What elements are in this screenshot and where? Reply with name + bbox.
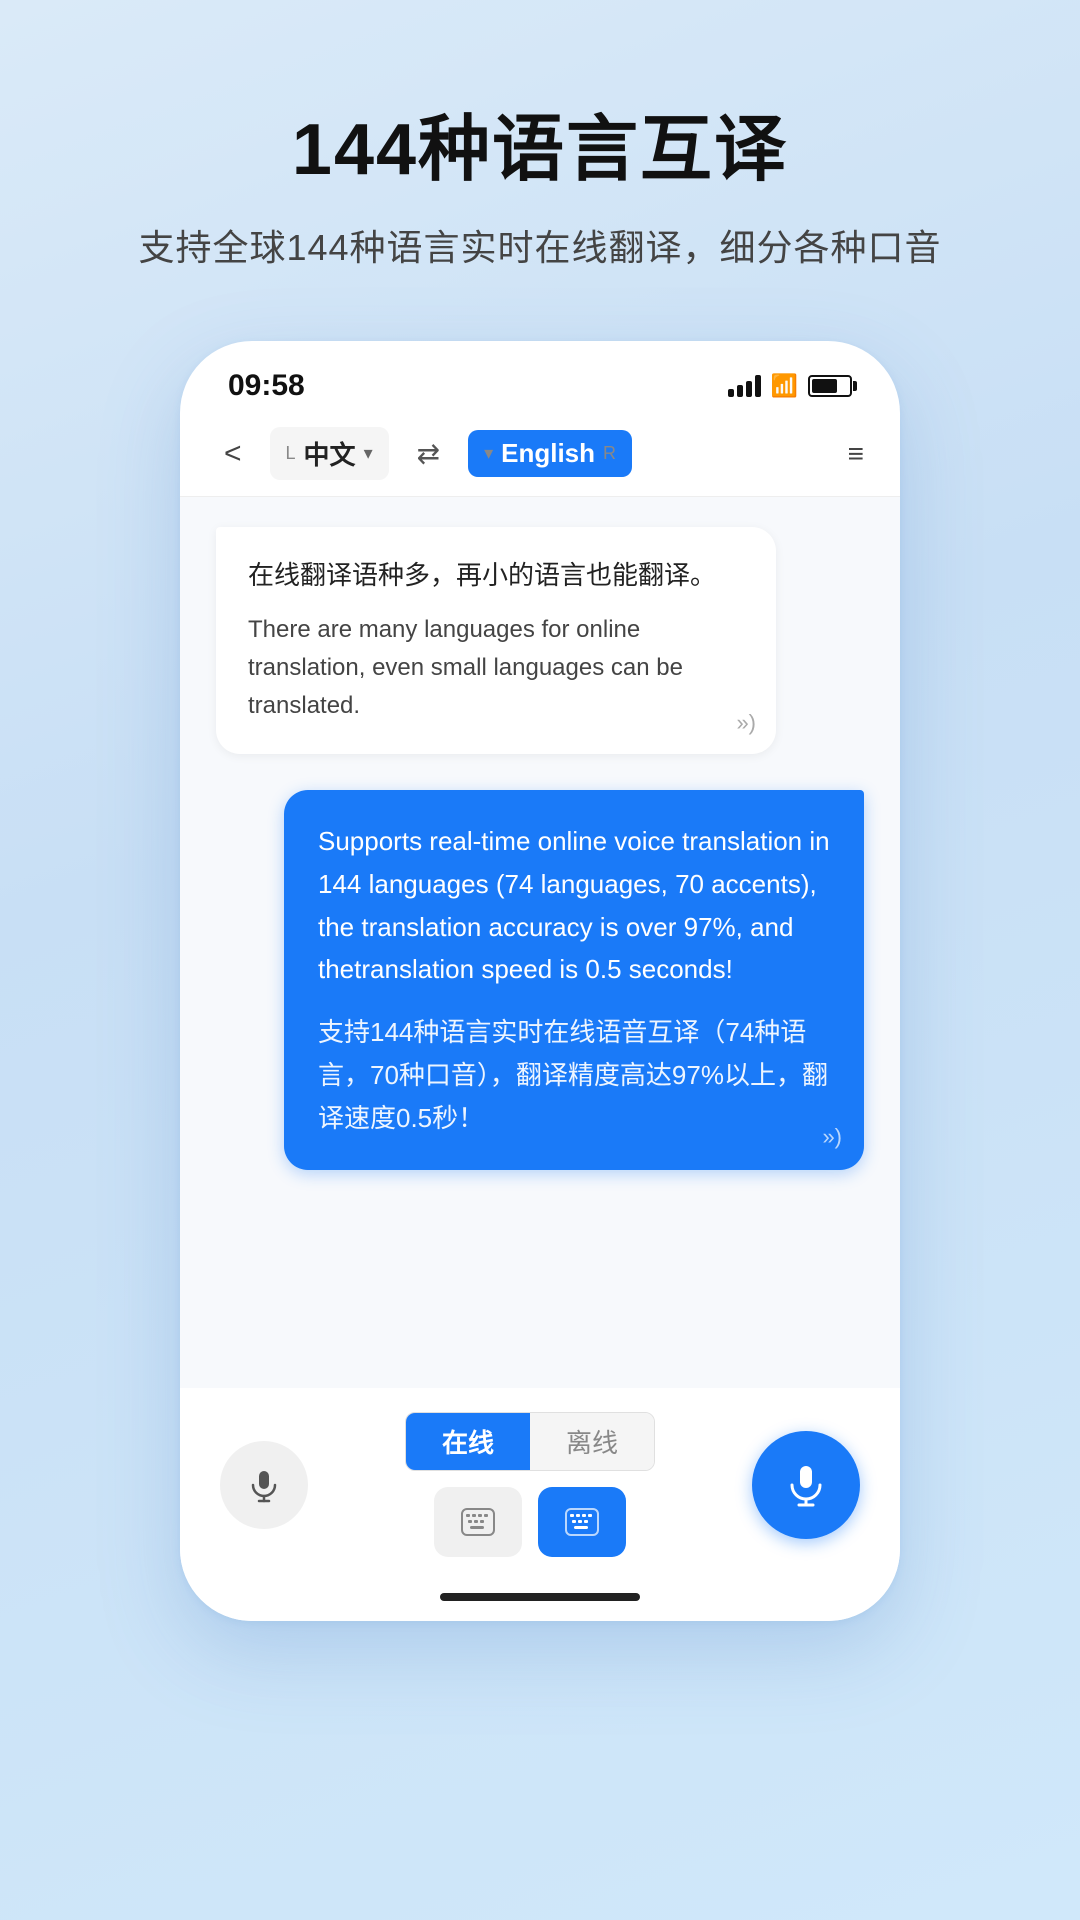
status-bar: 09:58 📶: [180, 341, 900, 417]
home-indicator: [180, 1593, 900, 1621]
lang-right-name: English: [501, 438, 595, 469]
lang-right-suffix: R: [603, 443, 616, 464]
dropdown-icon: ▾: [364, 443, 373, 464]
signal-icon: [728, 375, 761, 397]
lang-left-selector[interactable]: L 中文 ▾: [270, 427, 389, 480]
right-bubble-chinese: 支持144种语言实时在线语音互译（74种语言，70种口音），翻译精度高达97%以…: [318, 1011, 830, 1140]
status-time: 09:58: [228, 369, 305, 403]
nav-bar: < L 中文 ▾ ⇄ ▾ English R ≡: [180, 417, 900, 497]
lang-right-selector[interactable]: ▾ English R: [468, 430, 632, 477]
battery-icon: [808, 375, 852, 397]
keyboard-left-button[interactable]: [434, 1487, 522, 1557]
keyboard-row: [332, 1487, 728, 1557]
lang-left-letter: L: [286, 443, 296, 464]
mode-area: 在线 离线: [332, 1412, 728, 1557]
chat-area: 在线翻译语种多，再小的语言也能翻译。 There are many langua…: [180, 497, 900, 1388]
right-bubble-english: Supports real-time online voice translat…: [318, 820, 830, 992]
phone-screen: 09:58 📶 < L 中文 ▾ ⇄ ▾ Englis: [180, 341, 900, 1621]
bottom-toolbar: 在线 离线: [180, 1388, 900, 1593]
wifi-icon: 📶: [771, 373, 798, 399]
tab-offline[interactable]: 离线: [530, 1413, 654, 1470]
online-offline-tabs: 在线 离线: [405, 1412, 655, 1471]
left-chat-bubble: 在线翻译语种多，再小的语言也能翻译。 There are many langua…: [216, 527, 776, 754]
status-icons: 📶: [728, 373, 852, 399]
right-bubble-speaker-icon[interactable]: »): [822, 1124, 842, 1150]
lang-left-name: 中文: [304, 435, 356, 472]
mic-right-button[interactable]: [752, 1431, 860, 1539]
left-bubble-speaker-icon[interactable]: »): [736, 710, 756, 736]
tab-online[interactable]: 在线: [406, 1413, 530, 1470]
phone-mockup: 09:58 📶 < L 中文 ▾ ⇄ ▾ Englis: [180, 341, 900, 1621]
page-subtitle: 支持全球144种语言实时在线翻译，细分各种口音: [138, 219, 941, 271]
swap-languages-button[interactable]: ⇄: [409, 433, 448, 474]
page-title: 144种语言互译: [292, 90, 788, 195]
left-bubble-english: There are many languages for online tran…: [248, 611, 744, 726]
mic-left-button[interactable]: [220, 1441, 308, 1529]
back-button[interactable]: <: [216, 433, 250, 475]
home-bar: [440, 1593, 640, 1601]
left-bubble-chinese: 在线翻译语种多，再小的语言也能翻译。: [248, 555, 744, 597]
right-chat-bubble: Supports real-time online voice translat…: [284, 790, 864, 1170]
lang-right-letter: ▾: [484, 443, 493, 464]
menu-button[interactable]: ≡: [848, 438, 864, 470]
keyboard-right-button[interactable]: [538, 1487, 626, 1557]
